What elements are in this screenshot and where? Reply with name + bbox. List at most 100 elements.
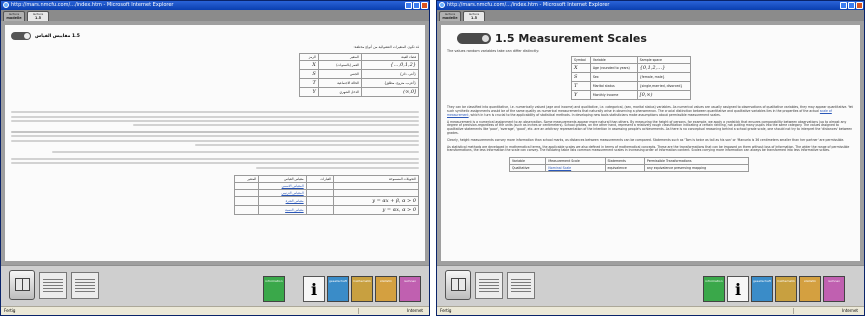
close-button[interactable] [856, 2, 863, 9]
section-heading: 1.5 Measurement Scales [457, 29, 854, 47]
tab-modelle[interactable]: lecture modelle [3, 11, 25, 21]
table-header: الرمز [299, 53, 319, 62]
table-header: Statements [604, 157, 645, 166]
scale-link[interactable]: مقياس الفترة [258, 195, 307, 206]
book-button[interactable] [9, 270, 35, 300]
text-line [11, 135, 419, 138]
cell-symbol: X [299, 60, 319, 71]
book-button[interactable] [445, 270, 471, 300]
left-window-title: http://mars.nmcfu.com/.../index.htm - Mi… [11, 2, 174, 8]
right-status-bar: Fertig Internet [437, 306, 864, 315]
book-icon [15, 278, 30, 291]
chip-mathematik[interactable]: mathematik [351, 276, 373, 302]
right-window-title: http://mars.nmcfu.com/.../index.htm - Mi… [447, 2, 610, 8]
paragraph-4: As statistical methods are developed in … [447, 144, 850, 153]
section-toggle[interactable] [457, 32, 491, 44]
chip-mathematik[interactable]: mathematik [775, 276, 797, 302]
scale-link[interactable]: مقياس النسبة [258, 204, 307, 215]
chip-rechnen[interactable]: rechnen [823, 276, 845, 302]
table-header: Permissible Transformations [643, 157, 750, 166]
variables-table: فضاء العينة المتغير الرمز {0,1,2,…} العم… [299, 53, 420, 98]
chip-information[interactable]: information [703, 276, 725, 302]
cell [333, 181, 419, 190]
table-header: العبارات [305, 174, 335, 183]
text-line [11, 139, 419, 142]
minimize-button[interactable] [840, 2, 847, 9]
table-row: {0,1,2,…} العمر (بالسنوات) X [299, 60, 420, 71]
notes-button[interactable] [475, 272, 503, 299]
table-header: Symbol [571, 56, 591, 65]
chip-gesellschaft[interactable]: gesellschaft [751, 276, 773, 302]
chip-statistik[interactable]: statistik [799, 276, 821, 302]
book-icon [451, 278, 466, 291]
tab-modelle[interactable]: lecture modelle [439, 11, 461, 21]
table-header: Variable [508, 157, 547, 166]
minimize-button[interactable] [405, 2, 412, 9]
cell-space: {أنثى، ذكر} [360, 69, 420, 80]
cell-variable: Sex [589, 72, 638, 83]
maximize-button[interactable] [848, 2, 855, 9]
table-row: المقياس الترتيبي [233, 188, 419, 197]
maximize-button[interactable] [413, 2, 420, 9]
left-tab-strip: lecture modelle lecture 1.5 [1, 10, 429, 21]
cell: any equivalence preserving mapping [643, 164, 750, 173]
cell-space: {single,married, divorced} [636, 81, 692, 92]
scale-link[interactable]: المقياس الترتيبي [258, 188, 307, 197]
status-text: Fertig [440, 308, 452, 313]
chip-information[interactable]: information [263, 276, 285, 302]
cell [305, 195, 335, 206]
cell [233, 188, 260, 197]
cell-symbol: X [571, 63, 591, 74]
cell-variable: الجنس [317, 69, 362, 80]
cell-space: {female, male} [636, 72, 692, 83]
table-row: {أنثى، ذكر} الجنس S [299, 69, 420, 80]
script-button[interactable] [507, 272, 535, 299]
cell-symbol: T [571, 81, 591, 92]
chip-gesellschaft[interactable]: gesellschaft [327, 276, 349, 302]
right-bottom-toolbar: information i gesellschaft mathematik st… [437, 265, 864, 306]
info-icon[interactable]: i [303, 276, 325, 302]
text-line [255, 166, 419, 169]
scale-link[interactable]: المقياس الاسمي [258, 181, 307, 190]
notes-button[interactable] [39, 272, 67, 299]
right-tab-strip: lecture modelle lecture 1.5 [437, 10, 864, 21]
text-line [133, 124, 419, 127]
close-button[interactable] [421, 2, 428, 9]
tab-1-5[interactable]: lecture 1.5 [27, 11, 49, 21]
table-row: المقياس الاسمي [233, 181, 419, 190]
chip-statistik[interactable]: statistik [375, 276, 397, 302]
section-title: 1.5 Measurement Scales [495, 31, 647, 45]
cell [305, 181, 335, 190]
table-row: X Age (rounded to years) {0,1,2,…} [571, 63, 692, 74]
text-line [194, 143, 419, 146]
cell-variable: Age (rounded to years) [589, 63, 638, 74]
tab-bottom-label: 1.5 [470, 15, 477, 20]
intro-text: قد تكون المتغيرات العشوائية من أنواع مخت… [353, 45, 420, 49]
cell [233, 181, 260, 190]
section-toggle[interactable] [11, 32, 31, 40]
tab-1-5[interactable]: lecture 1.5 [463, 11, 485, 21]
cell: equivalence [604, 164, 645, 173]
table-header: المتغير [233, 174, 260, 183]
cell-space: [0,∞) [360, 87, 420, 98]
info-icon[interactable]: i [727, 276, 749, 302]
table-row: Y Monthly income [0,∞) [571, 90, 692, 101]
text-line [11, 115, 419, 118]
script-button[interactable] [71, 272, 99, 299]
section-title: 1.5 مقاييس القياس [35, 33, 80, 39]
formula-cell: y = αx + β, α > 0 [333, 195, 419, 206]
left-bottom-toolbar: i information gesellschaft mathematik st… [1, 265, 429, 306]
chip-rechnen[interactable]: rechnen [399, 276, 421, 302]
left-page-content: 1.5 مقاييس القياس قد تكون المتغيرات العش… [5, 25, 425, 261]
cell [233, 204, 260, 215]
left-status-bar: Fertig Internet [1, 306, 429, 315]
nominal-scale-link[interactable]: Nominal Scale [545, 164, 606, 173]
cell [305, 188, 335, 197]
body-text-block [11, 111, 419, 169]
cell [333, 188, 419, 197]
table-row: T Marital status {single,married, divorc… [571, 81, 692, 92]
paragraph-2: A measurement is a numerical assignment … [447, 119, 853, 135]
cell-variable: Monthly income [589, 90, 638, 101]
cell-variable: Marital status [589, 81, 638, 92]
status-divider [793, 308, 794, 314]
